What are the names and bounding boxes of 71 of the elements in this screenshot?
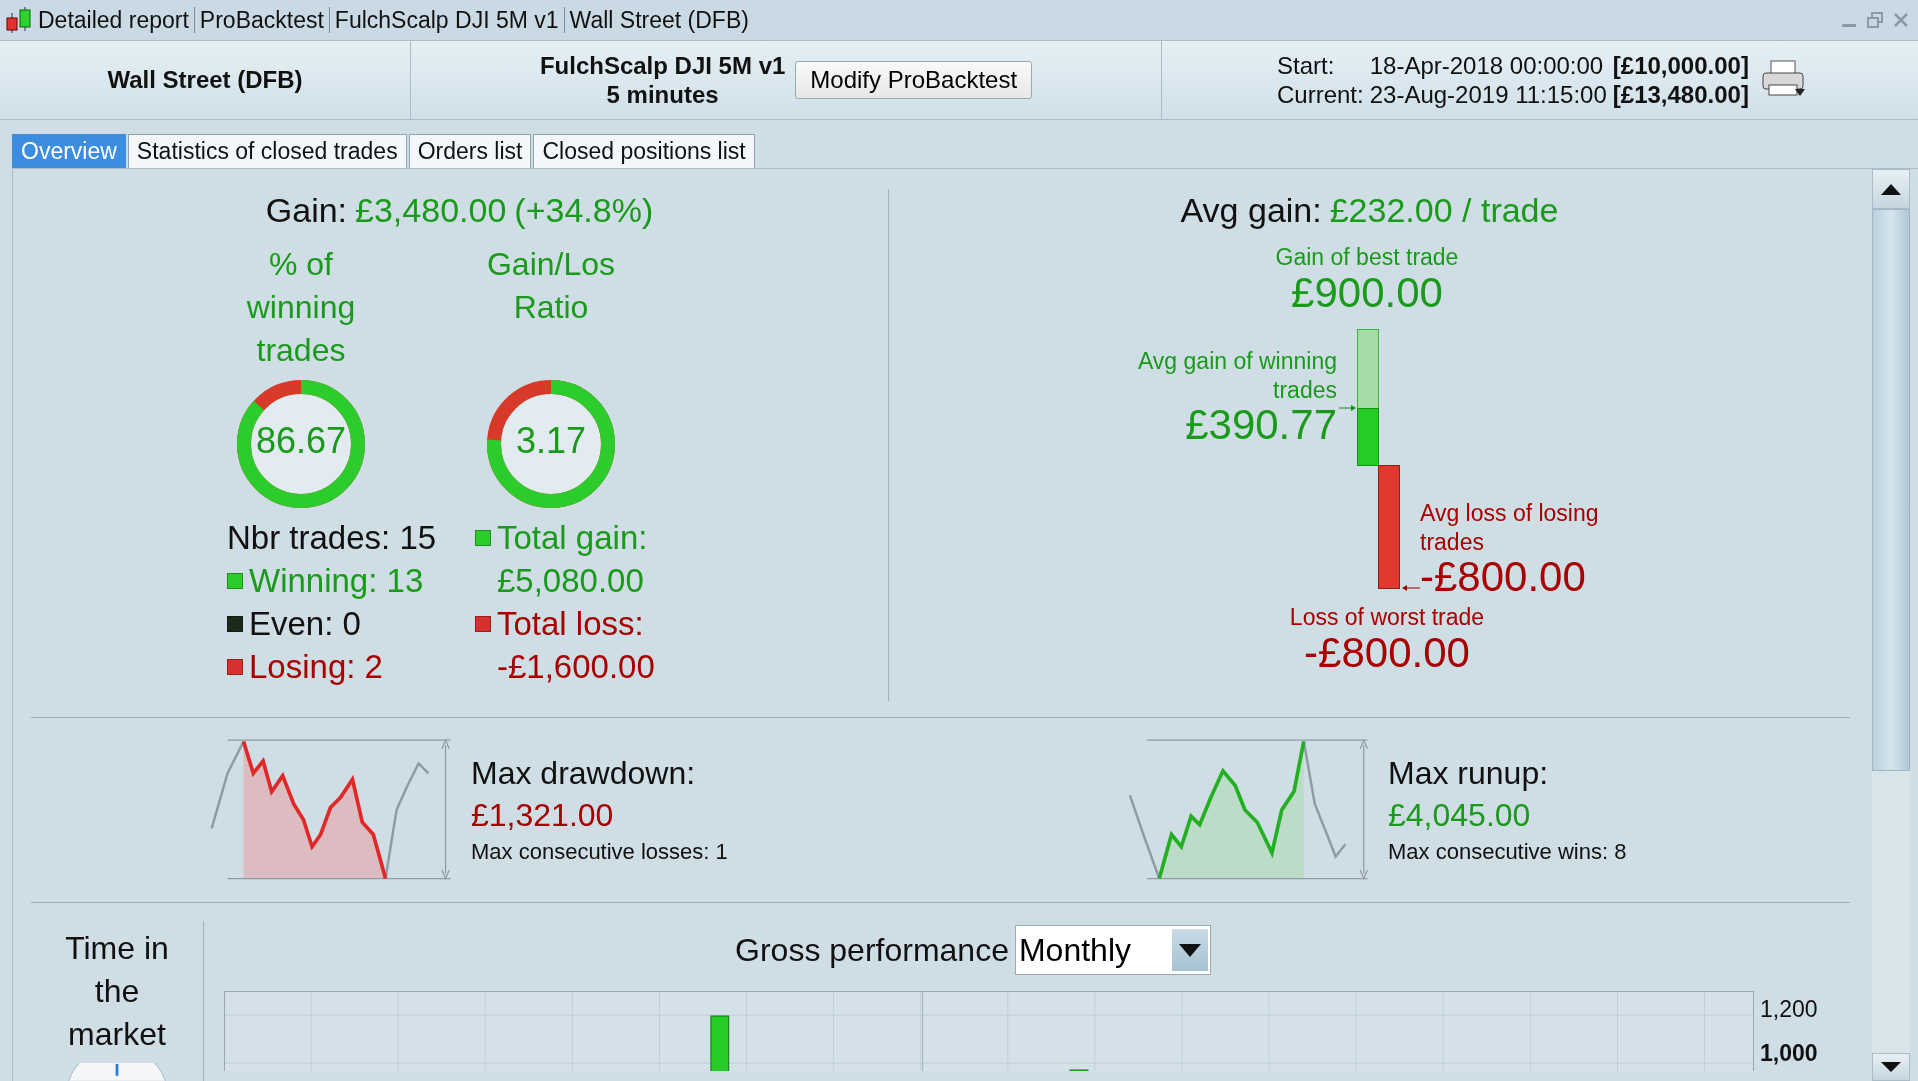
pointer-arrow [1402, 585, 1421, 591]
current-date: 23-Aug-2019 11:15:00 [1369, 80, 1607, 109]
current-capital: [£13,480.00] [1612, 80, 1749, 109]
window-title: Wall Street (DFB) [569, 6, 749, 34]
tab[interactable]: Closed positions list [533, 134, 755, 168]
close-icon[interactable] [1892, 11, 1910, 29]
drawdown-note: Max consecutive losses: 1 [471, 838, 728, 866]
window-title: Detailed report [38, 6, 189, 34]
axis-label: 1,200 [1760, 995, 1818, 1024]
trade-count: Losing: 2 [249, 647, 383, 687]
total-label: Total loss: [497, 604, 644, 644]
runup-note: Max consecutive wins: 8 [1388, 838, 1627, 866]
gain-value: £3,480.00 [355, 191, 507, 231]
tab[interactable]: Orders list [408, 134, 532, 168]
scroll-up-button[interactable] [1872, 169, 1910, 209]
total-value: £5,080.00 [497, 561, 644, 601]
total-label: Total gain: [497, 518, 648, 558]
trade-count: Even: 0 [249, 604, 361, 644]
worst-trade-value: -£800.00 [1304, 629, 1470, 677]
system-name: FulchScalp DJI 5M v1 [539, 51, 786, 80]
drawdown-value: £1,321.00 [471, 796, 615, 835]
candlestick-icon [4, 5, 34, 35]
pointer-arrow [1338, 405, 1356, 411]
restore-icon[interactable] [1866, 11, 1884, 29]
avg-gain-label: Avg gain: [1180, 191, 1322, 231]
runup-value: £4,045.00 [1388, 796, 1532, 835]
scrollbar-thumb[interactable] [1872, 209, 1910, 771]
gauge-value: 3.17 [514, 420, 588, 462]
gain-percent: (+34.8%) [514, 191, 654, 231]
tab[interactable]: Statistics of closed trades [127, 134, 407, 168]
legend-square-icon [227, 615, 243, 632]
modify-button[interactable]: Modify ProBacktest [795, 61, 1033, 99]
current-label: Current: [1277, 80, 1364, 109]
caret-icon [1171, 929, 1208, 971]
down-arrow-icon [1879, 1061, 1903, 1073]
legend-square-icon [227, 658, 243, 675]
legend-square-icon [475, 529, 491, 546]
axis-label: 1,000 [1760, 1039, 1818, 1068]
gauge-title: % of [268, 245, 333, 284]
gauge-value: 86.67 [254, 420, 348, 462]
gauge-title: Ratio [513, 288, 589, 327]
time-in-market-title: Time in [65, 929, 169, 968]
gain-label: Gain: [265, 191, 348, 231]
drawdown-title: Max drawdown: [471, 754, 697, 793]
total-value: -£1,600.00 [497, 647, 655, 687]
gauge-title: trades [256, 331, 346, 370]
trade-count: Winning: 13 [249, 561, 424, 601]
start-date: 18-Apr-2018 00:00:00 [1369, 51, 1605, 80]
time-in-market-title: the [94, 972, 140, 1011]
legend-square-icon [227, 572, 243, 589]
trade-count: Nbr trades: 15 [227, 518, 437, 558]
gross-performance-title: Gross performance [735, 931, 1009, 969]
runup-title: Max runup: [1388, 754, 1550, 793]
timeframe: 5 minutes [606, 80, 719, 109]
window-title: ProBacktest [199, 6, 324, 34]
legend-square-icon [475, 615, 491, 632]
window-title: FulchScalp DJI 5M v1 [334, 6, 559, 34]
scroll-down-button[interactable] [1872, 1053, 1910, 1081]
instrument-name: Wall Street (DFB) [107, 66, 303, 94]
avg-win-bar [1357, 408, 1379, 466]
best-trade-value: £900.00 [1291, 269, 1443, 317]
avg-gain-value: £232.00 / trade [1329, 191, 1559, 231]
period-dropdown[interactable]: Monthly [1014, 925, 1211, 975]
gauge-title: Gain/Los [486, 245, 616, 284]
start-label: Start: [1277, 51, 1336, 80]
start-capital: [£10,000.00] [1612, 51, 1749, 80]
up-arrow-icon [1879, 182, 1903, 196]
gauge-title: winning [246, 288, 356, 327]
worst-trade-label: Loss of worst trade [1289, 603, 1485, 632]
best-trade-label: Gain of best trade [1275, 243, 1459, 272]
time-in-market-title: market [68, 1015, 166, 1054]
